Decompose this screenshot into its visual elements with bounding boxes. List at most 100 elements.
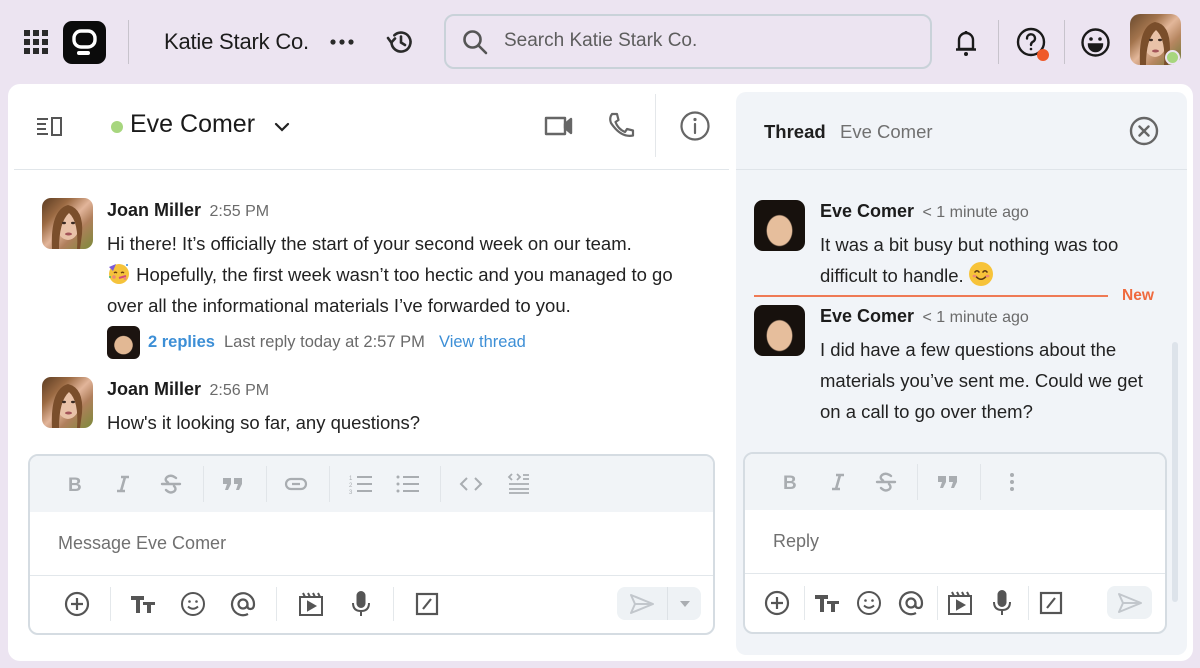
divider bbox=[203, 466, 204, 502]
message-composer: B 123 bbox=[28, 454, 715, 635]
composer-actions bbox=[30, 575, 713, 633]
thread-header: Thread Eve Comer bbox=[736, 92, 1187, 170]
divider bbox=[917, 464, 918, 500]
divider bbox=[393, 587, 394, 621]
message-input[interactable] bbox=[30, 512, 713, 576]
emoji-icon[interactable] bbox=[854, 588, 884, 618]
divider bbox=[998, 20, 999, 64]
svg-text:B: B bbox=[783, 473, 797, 492]
microphone-icon[interactable] bbox=[987, 588, 1017, 618]
code-block-icon[interactable] bbox=[504, 469, 534, 499]
send-button[interactable] bbox=[625, 589, 659, 619]
svg-text:3: 3 bbox=[349, 490, 353, 494]
smiling-face-emoji-icon bbox=[968, 261, 994, 287]
thread-scrollbar[interactable] bbox=[1172, 342, 1178, 602]
info-icon[interactable] bbox=[679, 110, 711, 142]
divider bbox=[276, 587, 277, 621]
mention-icon[interactable] bbox=[896, 588, 926, 618]
message-text: It was a bit busy but nothing was too di… bbox=[820, 229, 1160, 291]
microphone-icon[interactable] bbox=[346, 589, 376, 619]
text-format-icon[interactable] bbox=[812, 588, 842, 618]
divider bbox=[440, 466, 441, 502]
avatar[interactable] bbox=[754, 200, 805, 251]
more-icon[interactable] bbox=[330, 33, 354, 51]
composer-actions bbox=[745, 574, 1165, 632]
formatting-toolbar: B 123 bbox=[30, 456, 713, 512]
search-icon bbox=[462, 29, 488, 55]
thread-message: Eve Comer < 1 minute ago I did have a fe… bbox=[754, 305, 1174, 435]
bold-icon[interactable]: B bbox=[775, 467, 805, 497]
message-time: < 1 minute ago bbox=[922, 309, 1029, 326]
thread-title: Thread bbox=[764, 121, 826, 142]
top-bar: Katie Stark Co. bbox=[0, 0, 1200, 84]
thread-panel: Thread Eve Comer Eve Comer < 1 minute ag… bbox=[736, 92, 1187, 655]
search-input[interactable] bbox=[504, 26, 904, 56]
message-text: Hi there! It’s officially the start of y… bbox=[107, 228, 707, 321]
divider bbox=[128, 20, 129, 64]
message-text: How's it looking so far, any questions? bbox=[107, 412, 421, 433]
divider bbox=[667, 587, 668, 620]
chat-panel: Eve Comer Joan Miller 2:55 PM Hi there! … bbox=[8, 84, 733, 661]
quote-icon[interactable] bbox=[218, 469, 248, 499]
history-icon[interactable] bbox=[385, 27, 415, 57]
chevron-down-icon[interactable] bbox=[272, 117, 292, 137]
avatar[interactable] bbox=[754, 305, 805, 356]
close-icon[interactable] bbox=[1129, 116, 1159, 146]
new-messages-label: New bbox=[1122, 287, 1154, 304]
video-call-icon[interactable] bbox=[544, 114, 574, 138]
text-format-icon[interactable] bbox=[128, 589, 158, 619]
message-author[interactable]: Joan Miller bbox=[107, 200, 201, 220]
divider bbox=[266, 466, 267, 502]
message-author[interactable]: Eve Comer bbox=[820, 306, 914, 326]
bold-icon[interactable]: B bbox=[60, 469, 90, 499]
sidebar-toggle-icon[interactable] bbox=[36, 116, 64, 138]
message-author[interactable]: Eve Comer bbox=[820, 201, 914, 221]
more-vertical-icon[interactable] bbox=[997, 467, 1027, 497]
emoji-icon[interactable] bbox=[178, 589, 208, 619]
mention-icon[interactable] bbox=[228, 589, 258, 619]
divider bbox=[329, 466, 330, 502]
send-options-icon[interactable] bbox=[673, 589, 697, 619]
numbered-list-icon[interactable]: 123 bbox=[346, 469, 376, 499]
video-clip-icon[interactable] bbox=[296, 589, 326, 619]
send-button[interactable] bbox=[1107, 586, 1152, 619]
avatar[interactable] bbox=[42, 198, 93, 249]
avatar[interactable] bbox=[42, 377, 93, 428]
video-clip-icon[interactable] bbox=[945, 588, 975, 618]
divider bbox=[980, 464, 981, 500]
apps-grid-icon[interactable] bbox=[24, 30, 48, 54]
strikethrough-icon[interactable] bbox=[156, 469, 186, 499]
workspace-name[interactable]: Katie Stark Co. bbox=[164, 29, 309, 55]
message: Joan Miller 2:56 PM How's it looking so … bbox=[42, 377, 722, 437]
italic-icon[interactable] bbox=[108, 469, 138, 499]
view-thread-link[interactable]: View thread bbox=[439, 333, 526, 352]
slash-command-icon[interactable] bbox=[1036, 588, 1066, 618]
italic-icon[interactable] bbox=[823, 467, 853, 497]
add-icon[interactable] bbox=[62, 589, 92, 619]
bulleted-list-icon[interactable] bbox=[393, 469, 423, 499]
replies-link[interactable]: 2 replies bbox=[148, 333, 215, 352]
message-time: 2:55 PM bbox=[209, 203, 270, 220]
link-icon[interactable] bbox=[281, 469, 311, 499]
divider bbox=[110, 587, 111, 621]
chat-header: Eve Comer bbox=[14, 84, 729, 170]
slash-command-icon[interactable] bbox=[412, 589, 442, 619]
bell-icon[interactable] bbox=[953, 28, 979, 58]
conversation-name[interactable]: Eve Comer bbox=[130, 110, 255, 139]
help-notification-badge bbox=[1037, 49, 1049, 61]
add-icon[interactable] bbox=[762, 588, 792, 618]
strikethrough-icon[interactable] bbox=[871, 467, 901, 497]
code-icon[interactable] bbox=[456, 469, 486, 499]
emoji-status-icon[interactable] bbox=[1080, 27, 1111, 58]
quote-icon[interactable] bbox=[933, 467, 963, 497]
reply-input[interactable] bbox=[745, 510, 1165, 574]
app-logo[interactable] bbox=[63, 21, 106, 64]
user-status-indicator bbox=[1165, 50, 1180, 65]
divider bbox=[804, 586, 805, 620]
search-box[interactable] bbox=[444, 14, 932, 69]
thread-subtitle: Eve Comer bbox=[840, 121, 933, 142]
message-author[interactable]: Joan Miller bbox=[107, 379, 201, 399]
message-time: 2:56 PM bbox=[209, 382, 270, 399]
divider bbox=[655, 94, 656, 157]
phone-icon[interactable] bbox=[606, 111, 636, 141]
